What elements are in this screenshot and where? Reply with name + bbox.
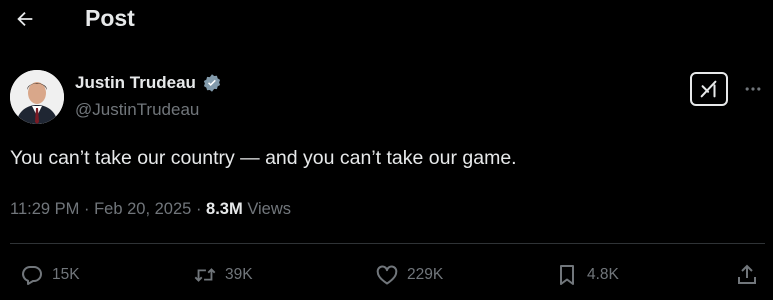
more-icon <box>743 79 763 99</box>
repost-count: 39K <box>225 266 253 283</box>
reply-icon <box>20 263 44 287</box>
repost-icon <box>193 263 217 287</box>
bookmark-count: 4.8K <box>587 266 619 283</box>
author-name-text: Justin Trudeau <box>75 73 196 92</box>
page-title: Post <box>85 5 135 31</box>
bookmark-button[interactable]: 4.8K <box>555 260 619 290</box>
post-text: You can’t take our country — and you can… <box>10 147 517 169</box>
like-count: 229K <box>407 266 444 283</box>
views-label: Views <box>247 200 292 218</box>
author-handle[interactable]: @JustinTrudeau <box>75 99 199 121</box>
post-time[interactable]: 11:29 PM <box>10 198 79 220</box>
grok-button[interactable] <box>690 72 728 106</box>
back-button[interactable] <box>8 2 42 36</box>
verified-badge-icon <box>202 73 222 93</box>
post-meta: 11:29 PM · Feb 20, 2025 · 8.3M Views <box>10 198 291 220</box>
author-name[interactable]: Justin Trudeau <box>75 72 222 94</box>
bookmark-icon <box>555 263 579 287</box>
grok-icon <box>698 78 720 100</box>
share-icon <box>735 263 759 287</box>
repost-button[interactable]: 39K <box>193 260 253 290</box>
reply-button[interactable]: 15K <box>20 260 80 290</box>
meta-separator: · <box>195 200 202 218</box>
post-date[interactable]: Feb 20, 2025 <box>94 198 191 220</box>
share-button[interactable] <box>735 260 759 290</box>
avatar[interactable] <box>10 70 64 124</box>
back-arrow-icon <box>14 8 36 30</box>
like-button[interactable]: 229K <box>375 260 443 290</box>
divider <box>10 243 765 244</box>
meta-separator: · <box>84 200 90 218</box>
like-icon <box>375 263 399 287</box>
reply-count: 15K <box>52 266 80 283</box>
views-count: 8.3M <box>206 200 243 218</box>
more-options-button[interactable] <box>740 76 766 102</box>
